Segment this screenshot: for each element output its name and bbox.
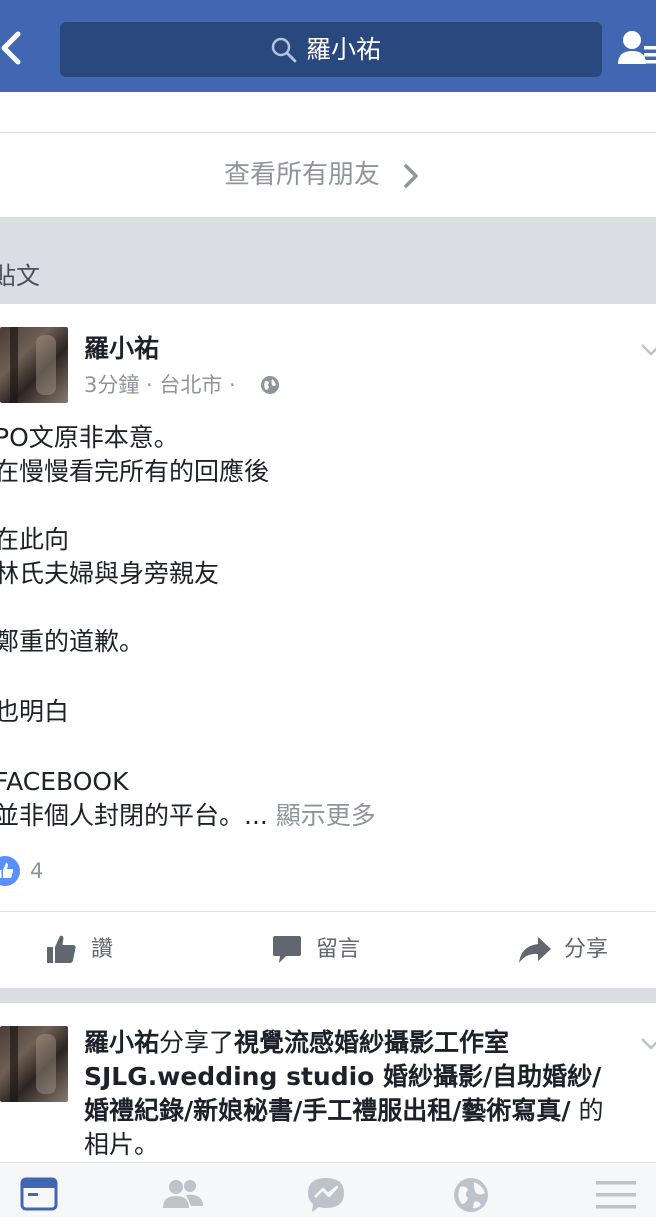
share-button[interactable]: 分享 — [518, 920, 618, 980]
share-label[interactable]: 分享 — [564, 920, 608, 980]
likes-count[interactable]: 4 — [30, 855, 43, 887]
friend-requests-button[interactable] — [614, 24, 656, 74]
messenger-icon — [308, 1178, 344, 1212]
post-timestamp-location[interactable]: 3分鐘 · 台北市 · — [84, 368, 236, 402]
divider — [0, 911, 656, 912]
author-avatar[interactable] — [0, 327, 68, 403]
back-button[interactable] — [0, 22, 40, 74]
comment-label[interactable]: 留言 — [316, 920, 360, 980]
menu-icon — [596, 1181, 636, 1209]
tab-notifications[interactable] — [452, 1176, 490, 1218]
search-icon — [270, 36, 298, 64]
comment-button[interactable]: 留言 — [272, 920, 372, 980]
friend-requests-icon — [618, 31, 656, 64]
share-arrow-icon — [519, 937, 551, 963]
comment-icon — [273, 936, 301, 963]
public-globe-icon — [260, 375, 280, 395]
tab-friends[interactable] — [160, 1176, 206, 1216]
see-all-friends-label[interactable]: 查看所有朋友 — [224, 155, 380, 195]
feed-separator — [0, 988, 656, 1003]
post-text-line: 林氏夫婦與身旁親友 — [0, 559, 220, 588]
search-query-text[interactable]: 羅小祐 — [306, 30, 381, 70]
post-text-line: 也明白 — [0, 697, 70, 726]
post-author-name[interactable]: 羅小祐 — [84, 330, 159, 368]
post-text-line: 並非個人封閉的平台。... — [0, 801, 268, 830]
chevron-left-icon — [1, 31, 21, 65]
post-options-chevron-icon[interactable] — [640, 1036, 656, 1050]
post-text-line: 在慢慢看完所有的回應後 — [0, 457, 270, 486]
chevron-right-icon — [400, 163, 422, 189]
shared-text: 分享了 — [159, 1028, 235, 1057]
post-author-name[interactable]: 羅小祐 — [84, 1028, 159, 1057]
like-button[interactable]: 讚 — [46, 920, 126, 980]
post-text-line: 在此向 — [0, 525, 70, 554]
like-label[interactable]: 讚 — [91, 920, 113, 980]
thumbs-up-icon — [47, 935, 76, 963]
post-text-line: PO文原非本意。 — [0, 423, 179, 452]
post-options-chevron-icon[interactable] — [640, 342, 656, 356]
shared-post-header: 羅小祐分享了視覺流感婚紗攝影工作室 SJLG.wedding studio 婚紗… — [84, 1026, 624, 1162]
post-text-last-line: 並非個人封閉的平台。... 顯示更多 — [0, 799, 376, 833]
news-feed-icon — [20, 1177, 58, 1211]
friends-icon — [163, 1180, 203, 1208]
post-text-line: FACEBOOK — [0, 767, 129, 796]
tab-messenger[interactable] — [306, 1176, 346, 1218]
posts-section-title: 貼文 — [0, 262, 40, 290]
posts-section-header — [0, 217, 656, 304]
author-avatar[interactable] — [0, 1026, 68, 1102]
tab-menu[interactable] — [596, 1178, 636, 1216]
post-text-line: 鄭重的道歉。 — [0, 627, 145, 656]
like-reaction-icon[interactable] — [0, 856, 20, 886]
globe-icon — [454, 1178, 488, 1212]
tab-news-feed[interactable] — [20, 1176, 58, 1216]
see-more-link[interactable]: 顯示更多 — [276, 801, 376, 830]
